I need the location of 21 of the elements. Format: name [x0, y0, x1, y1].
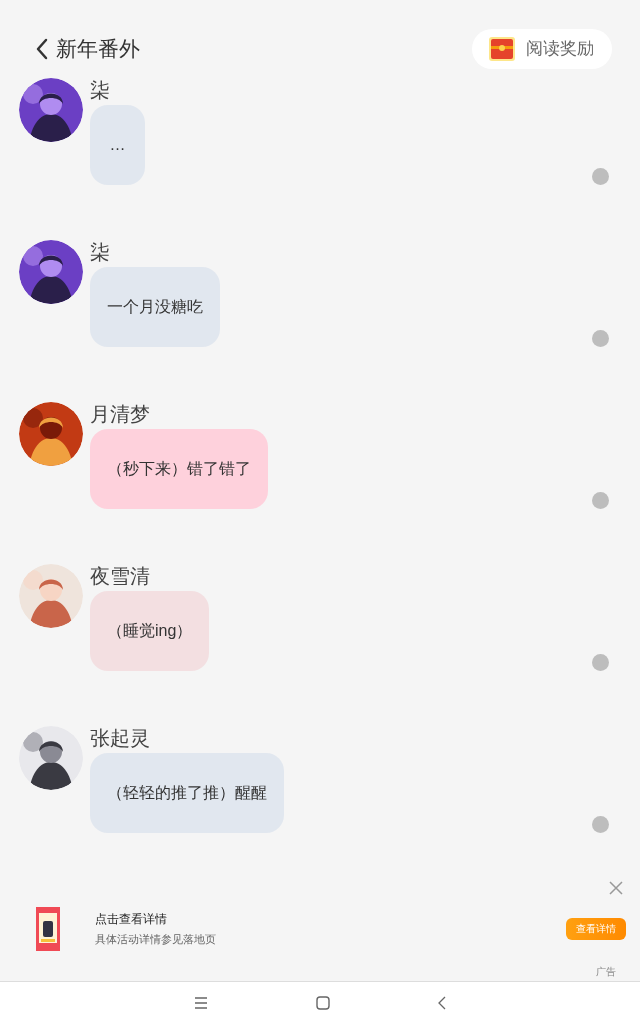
treasure-chest-icon: [488, 36, 516, 62]
ad-title: 点击查看详情: [95, 910, 168, 928]
page-title: 新年番外: [56, 36, 140, 63]
ad-subtitle: 具体活动详情参见落地页: [95, 931, 217, 947]
back-icon[interactable]: [438, 996, 446, 1010]
sender-name: 柒: [90, 78, 111, 102]
sender-name: 月清梦: [90, 402, 151, 426]
sender-name: 柒: [90, 240, 111, 264]
message-bubble: （轻轻的推了推）醒醒: [90, 753, 284, 833]
menu-icon[interactable]: [194, 997, 208, 1009]
sender-name: 张起灵: [90, 726, 151, 750]
ad-label: 广告: [596, 965, 616, 979]
message-bubble: （秒下来）错了错了: [90, 429, 268, 509]
message-bubble: …: [90, 105, 145, 185]
close-icon[interactable]: [608, 880, 624, 896]
back-icon[interactable]: [34, 37, 50, 61]
message-bubble: （睡觉ing）: [90, 591, 210, 671]
home-icon[interactable]: [316, 996, 330, 1010]
sender-name: 夜雪清: [90, 564, 151, 588]
message-bubble: 一个月没糖吃: [90, 267, 220, 347]
reward-button[interactable]: 阅读奖励: [472, 29, 612, 69]
